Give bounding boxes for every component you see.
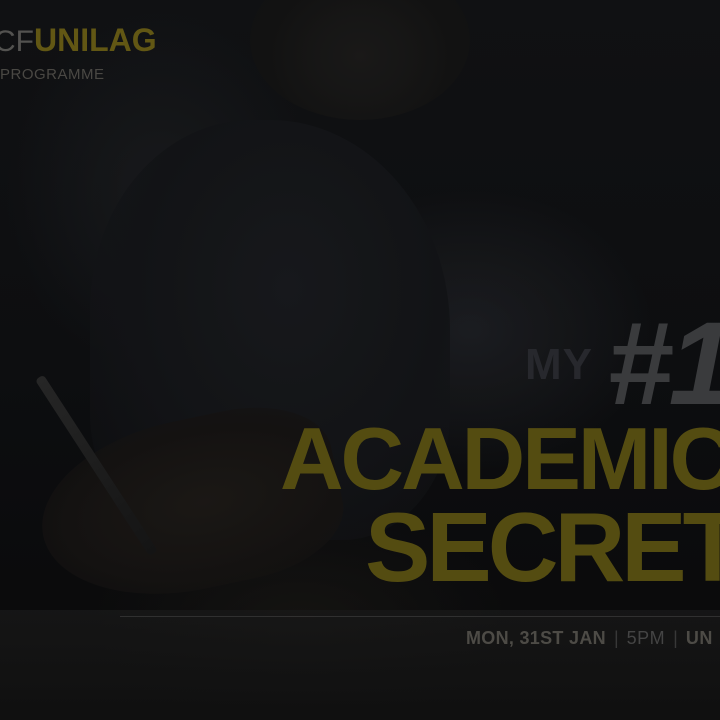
- event-date: MON, 31ST JAN: [466, 628, 606, 648]
- event-info-row: MON, 31ST JAN | 5PM | UN: [466, 628, 713, 649]
- title-my: MY: [525, 340, 593, 389]
- brand-subtitle: PROGRAMME: [0, 66, 105, 83]
- poster-canvas: CF UNILAG PROGRAMME MY #1 ACADEMIC SECRE…: [0, 0, 720, 720]
- separator: |: [673, 628, 678, 648]
- separator: |: [613, 628, 619, 648]
- title-line-academic: ACADEMIC: [280, 409, 720, 508]
- person-head-shape: [250, 0, 470, 120]
- brand-name: UNILAG: [34, 22, 157, 58]
- brand-prefix: CF: [0, 25, 34, 58]
- title-line-secret: SECRET: [365, 492, 720, 602]
- event-venue: UN: [685, 628, 713, 648]
- title-block: MY #1 ACADEMIC SECRET: [280, 305, 720, 620]
- title-number: #1: [607, 298, 720, 430]
- brand-logo: CF UNILAG: [0, 22, 157, 59]
- event-time: 5PM: [626, 628, 666, 648]
- divider-line: [120, 616, 720, 617]
- paper-surface: [0, 610, 720, 720]
